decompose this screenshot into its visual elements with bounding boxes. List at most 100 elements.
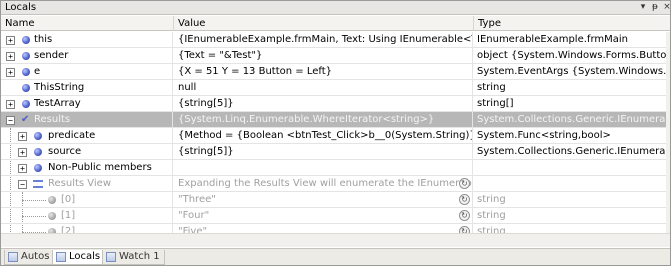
window-title: Locals [5, 2, 37, 13]
variable-value: "Four" [178, 210, 210, 221]
checkmark-icon: ✔ [21, 114, 30, 125]
variable-name: sender [34, 50, 69, 61]
item-value-cell[interactable]: "Four" ↻ [174, 208, 473, 224]
debug-tabs-bar: Autos Locals Watch 1 [1, 248, 670, 265]
variable-name: e [34, 66, 41, 77]
field-icon [34, 148, 42, 156]
expand-toggle[interactable]: + [18, 132, 27, 141]
variable-value[interactable]: {Method = {Boolean <btnTest_Click>b__0(S… [174, 128, 473, 144]
locals-window: Locals ▾ ᵽ × Name Value Type + this {IEn… [0, 0, 671, 266]
variable-value: "Three" [178, 194, 216, 205]
variable-value[interactable]: {string[5]} [174, 96, 473, 112]
name-cell: + source [1, 144, 173, 160]
variable-name: ThisString [34, 82, 85, 93]
refresh-icon[interactable]: ↻ [459, 194, 470, 205]
variable-value[interactable] [174, 160, 473, 176]
expand-toggle[interactable]: + [18, 164, 27, 173]
local-row-predicate[interactable]: + predicate {Method = {Boolean <btnTest_… [1, 128, 670, 144]
local-row-non-public-members[interactable]: + Non-Public members [1, 160, 670, 176]
field-icon [34, 132, 42, 140]
local-row-item-0[interactable]: [0] "Three" ↻ string [1, 192, 670, 208]
name-cell: − ✔ Results [1, 112, 173, 128]
results-view-value-cell[interactable]: Expanding the Results View will enumerat… [174, 176, 473, 192]
local-row-item-1[interactable]: [1] "Four" ↻ string [1, 208, 670, 224]
local-row-thisstring[interactable]: ThisString null string [1, 80, 670, 96]
variable-type: System.Collections.Generic.IEnumerable<s… [477, 146, 670, 157]
variable-name: source [48, 146, 82, 157]
tab-label: Watch 1 [119, 251, 160, 262]
column-header-type[interactable]: Type [474, 16, 670, 31]
name-cell: [1] [1, 208, 173, 224]
locals-window-icon [56, 252, 66, 262]
field-icon [22, 68, 30, 76]
local-row-source[interactable]: + source {string[5]} System.Collections.… [1, 144, 670, 160]
variable-value[interactable]: null [174, 80, 473, 96]
local-row-results-view[interactable]: − Results View Expanding the Results Vie… [1, 176, 670, 192]
variable-value[interactable]: {string[5]} [174, 144, 473, 160]
expand-toggle[interactable]: + [6, 100, 15, 109]
variable-name: Results View [48, 178, 112, 189]
expand-toggle[interactable]: + [6, 52, 15, 61]
variable-name: this [34, 34, 53, 45]
variable-type: string[] [477, 98, 514, 109]
expand-toggle[interactable]: + [18, 148, 27, 157]
field-icon [34, 164, 42, 172]
variable-value[interactable]: {X = 51 Y = 13 Button = Left} [174, 64, 473, 80]
collapse-toggle[interactable]: − [18, 180, 27, 189]
name-cell: + e [1, 64, 173, 80]
vertical-scrollbar[interactable] [666, 32, 670, 233]
name-cell: + TestArray [1, 96, 173, 112]
local-row-this[interactable]: + this {IEnumerableExample.frmMain, Text… [1, 32, 670, 48]
tab-watch-1[interactable]: Watch 1 [102, 250, 165, 265]
tab-autos[interactable]: Autos [4, 250, 55, 265]
variable-type [474, 176, 670, 192]
field-icon [22, 52, 30, 60]
variable-type: string [477, 210, 506, 221]
close-icon[interactable]: × [662, 1, 671, 14]
variable-type: string [477, 82, 506, 93]
name-cell: + predicate [1, 128, 173, 144]
auto-hide-pin-icon[interactable]: ᵽ [650, 1, 660, 14]
refresh-icon[interactable]: ↻ [459, 178, 470, 189]
name-cell: ThisString [1, 80, 173, 96]
tree-connector [22, 216, 46, 217]
column-header: Name Value Type [1, 16, 670, 31]
field-icon [22, 36, 30, 44]
expand-toggle[interactable]: + [6, 68, 15, 77]
local-row-results[interactable]: − ✔ Results {System.Linq.Enumerable.Wher… [1, 112, 670, 128]
variable-type: object {System.Windows.Forms.Button} [477, 50, 670, 61]
name-cell: + this [1, 32, 173, 48]
field-icon [48, 196, 56, 204]
variable-type: System.Func<string,bool> [477, 130, 611, 141]
variable-name: [0] [61, 194, 76, 205]
autos-window-icon [8, 252, 18, 262]
field-icon [22, 84, 30, 92]
variable-name: predicate [48, 130, 96, 141]
variable-name: TestArray [34, 98, 81, 109]
refresh-icon[interactable]: ↻ [459, 210, 470, 221]
item-value-cell[interactable]: "Three" ↻ [174, 192, 473, 208]
name-cell: + sender [1, 48, 173, 64]
variable-type: IEnumerableExample.frmMain [477, 34, 628, 45]
variable-value[interactable]: {IEnumerableExample.frmMain, Text: Using… [174, 32, 473, 48]
variable-type: System.EventArgs {System.Windows.Forms. [477, 66, 670, 77]
variable-name: Non-Public members [48, 162, 152, 173]
variable-value[interactable]: {System.Linq.Enumerable.WhereIterator<st… [174, 112, 473, 128]
name-cell: − Results View [1, 176, 173, 192]
column-header-value[interactable]: Value [174, 16, 474, 31]
variable-name: [1] [61, 210, 76, 221]
watch-window-icon [106, 252, 116, 262]
window-position-dropdown-icon[interactable]: ▾ [638, 1, 648, 14]
local-row-testarray[interactable]: + TestArray {string[5]} string[] [1, 96, 670, 112]
local-row-e[interactable]: + e {X = 51 Y = 13 Button = Left} System… [1, 64, 670, 80]
variable-name: Results [34, 114, 71, 125]
variable-type [474, 160, 670, 176]
column-header-name[interactable]: Name [1, 16, 174, 31]
tab-locals[interactable]: Locals [52, 250, 106, 265]
horizontal-scrollbar[interactable] [1, 233, 670, 247]
local-row-sender[interactable]: + sender {Text = "&Test"} object {System… [1, 48, 670, 64]
variable-value[interactable]: {Text = "&Test"} [174, 48, 473, 64]
expand-toggle[interactable]: + [6, 36, 15, 45]
field-icon [48, 212, 56, 220]
collapse-toggle[interactable]: − [6, 116, 15, 125]
